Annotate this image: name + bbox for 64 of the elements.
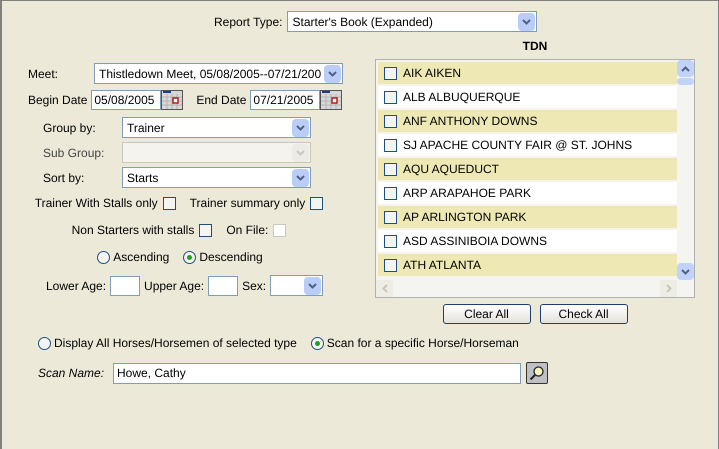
radio-button[interactable] bbox=[97, 250, 110, 264]
scroll-down-icon[interactable] bbox=[677, 263, 694, 280]
field-label: Non Starters with stalls bbox=[72, 222, 194, 239]
checkbox[interactable] bbox=[384, 186, 397, 200]
radio-button[interactable] bbox=[310, 336, 324, 350]
field-label: Sex: bbox=[242, 278, 266, 294]
scan-name-field[interactable]: Howe, Cathy bbox=[113, 362, 521, 384]
meet-dropdown[interactable]: Thistledown Meet, 05/08/2005--07/21/200 bbox=[94, 63, 343, 84]
field-label: Report Type: bbox=[214, 14, 282, 30]
field-label: Scan Name: bbox=[38, 365, 106, 382]
field-label: Scan for a specific Horse/Horseman bbox=[326, 335, 519, 352]
list-item[interactable]: AQU AQUEDUCT bbox=[378, 158, 677, 180]
checkbox[interactable] bbox=[384, 162, 397, 176]
sort-by-dropdown[interactable]: Starts bbox=[122, 167, 311, 188]
field-label: On File: bbox=[226, 222, 268, 239]
list-action-button[interactable]: Clear All bbox=[442, 304, 530, 324]
checkbox[interactable] bbox=[384, 234, 397, 248]
list-item[interactable]: ASD ASSINIBOIA DOWNS bbox=[378, 230, 677, 252]
field-label: Sub Group: bbox=[43, 144, 106, 162]
checkbox[interactable] bbox=[384, 210, 397, 224]
list-item[interactable]: ANF ANTHONY DOWNS bbox=[378, 110, 677, 132]
field-label: Group by: bbox=[43, 120, 97, 136]
checkbox[interactable] bbox=[384, 90, 397, 104]
group-by-dropdown[interactable]: Trainer bbox=[122, 117, 311, 138]
scroll-thumb[interactable] bbox=[677, 78, 694, 85]
date-field[interactable]: 07/21/2005 bbox=[250, 90, 320, 110]
calendar-icon[interactable] bbox=[161, 90, 184, 110]
list-item[interactable]: ARP ARAPAHOE PARK bbox=[378, 182, 677, 204]
field-label: Lower Age: bbox=[46, 278, 106, 294]
field-label: Begin Date bbox=[28, 92, 88, 109]
vertical-scrollbar[interactable] bbox=[677, 60, 694, 280]
list-title: TDN bbox=[522, 38, 548, 55]
checkbox[interactable] bbox=[384, 66, 397, 80]
checkbox[interactable] bbox=[384, 114, 397, 128]
sex-dropdown[interactable] bbox=[270, 275, 324, 296]
field-label: Sort by: bbox=[43, 170, 86, 186]
scroll-up-icon[interactable] bbox=[677, 60, 694, 77]
report-type-dropdown[interactable]: Starter's Book (Expanded) bbox=[287, 11, 538, 32]
search-button[interactable] bbox=[526, 362, 548, 384]
field-label: End Date bbox=[196, 92, 246, 109]
field-label: Trainer With Stalls only bbox=[34, 195, 158, 212]
calendar-icon[interactable] bbox=[320, 90, 342, 110]
list-item[interactable]: ATH ATLANTA bbox=[378, 254, 677, 276]
field-label: Display All Horses/Horsemen of selected type bbox=[54, 335, 297, 352]
checkbox[interactable] bbox=[384, 258, 397, 272]
field-label: Descending bbox=[199, 249, 263, 266]
list-item[interactable]: AIK AIKEN bbox=[378, 62, 677, 84]
list-item[interactable]: ALB ALBUQUERQUE bbox=[378, 86, 677, 108]
field-label: Upper Age: bbox=[144, 278, 204, 294]
checkbox[interactable] bbox=[310, 196, 324, 210]
input-field[interactable] bbox=[208, 276, 238, 296]
radio-button[interactable] bbox=[38, 336, 51, 350]
field-label: Ascending bbox=[113, 249, 170, 266]
list-action-button[interactable]: Check All bbox=[540, 304, 628, 324]
checkbox[interactable] bbox=[162, 196, 176, 210]
checkbox[interactable] bbox=[199, 224, 212, 236]
input-field[interactable] bbox=[110, 276, 140, 296]
date-field[interactable]: 05/08/2005 bbox=[91, 90, 162, 110]
list-item[interactable]: AP ARLINGTON PARK bbox=[378, 206, 677, 228]
radio-button[interactable] bbox=[183, 250, 196, 264]
checkbox[interactable] bbox=[384, 138, 397, 152]
field-label: Trainer summary only bbox=[190, 195, 306, 212]
field-label: Meet: bbox=[28, 66, 60, 82]
list-item[interactable]: SJ APACHE COUNTY FAIR @ ST. JOHNS bbox=[378, 134, 677, 156]
